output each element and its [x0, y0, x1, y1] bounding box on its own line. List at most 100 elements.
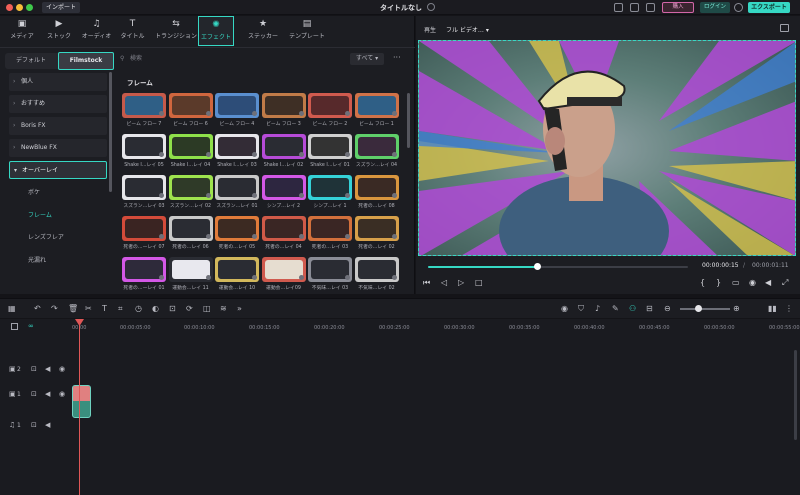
- download-icon[interactable]: [345, 275, 350, 280]
- tab-title[interactable]: T タイトル: [116, 16, 149, 46]
- undo-icon[interactable]: ↶: [34, 305, 41, 313]
- link-icon[interactable]: ∞: [28, 322, 34, 330]
- download-icon[interactable]: [205, 111, 211, 116]
- cloud-upload-icon[interactable]: [630, 3, 639, 12]
- layout-icon[interactable]: ▦: [8, 305, 16, 313]
- eye-icon[interactable]: ◉: [59, 365, 65, 373]
- effect-item[interactable]: Shake I…レイ 01: [308, 134, 352, 168]
- download-icon[interactable]: [205, 275, 211, 280]
- tab-media[interactable]: ▣ メディア: [6, 16, 38, 46]
- stop-icon[interactable]: □: [475, 278, 483, 287]
- sidebar-category[interactable]: 個人: [9, 73, 107, 91]
- close-window-icon[interactable]: [6, 4, 13, 11]
- camera-icon[interactable]: ◉: [749, 278, 756, 287]
- tab-music[interactable]: ♫ オーディオ: [79, 16, 114, 46]
- timeline-clip[interactable]: [72, 385, 91, 418]
- download-icon[interactable]: [391, 111, 397, 116]
- cut-icon[interactable]: ✂: [85, 305, 92, 313]
- effect-item[interactable]: Shake I…レイ 02: [261, 134, 306, 168]
- download-icon[interactable]: [252, 234, 257, 239]
- tab-stock[interactable]: ▶ ストック: [43, 16, 75, 46]
- track-height-icon[interactable]: ▮▮: [768, 305, 777, 313]
- ai-tools-icon[interactable]: ✎: [612, 305, 619, 313]
- effect-item[interactable]: Shake I…レイ 04: [168, 134, 213, 168]
- search-input[interactable]: 検索: [120, 53, 350, 65]
- lock-icon[interactable]: ⊡: [31, 365, 37, 373]
- add-track-icon[interactable]: [11, 323, 18, 330]
- effect-item[interactable]: 死者の…レイ 03: [308, 216, 352, 250]
- mark-in-icon[interactable]: {: [700, 278, 705, 287]
- effect-item[interactable]: 死者の…ーレイ 07: [122, 216, 166, 250]
- effect-item[interactable]: シンプ…レイ 2: [261, 175, 306, 209]
- speaker-icon[interactable]: ◀: [45, 365, 50, 373]
- mask-icon[interactable]: ◫: [203, 305, 211, 313]
- fullscreen-icon[interactable]: ⤢: [782, 278, 788, 288]
- color-icon[interactable]: ◐: [152, 305, 159, 313]
- effect-item[interactable]: 不気味…レイ 03: [308, 257, 352, 291]
- sidebar-category[interactable]: Boris FX: [9, 117, 107, 135]
- effect-item[interactable]: 運動会…レイ09: [261, 257, 306, 291]
- crop-icon[interactable]: ⌗: [118, 305, 123, 313]
- download-icon[interactable]: [252, 111, 257, 116]
- download-icon[interactable]: [298, 193, 304, 198]
- speed-icon[interactable]: ◷: [135, 305, 142, 313]
- effect-item[interactable]: 死者の…ーレイ 01: [122, 257, 166, 291]
- minimize-window-icon[interactable]: [16, 4, 23, 11]
- effect-item[interactable]: スズラン…レイ 04: [354, 134, 399, 168]
- sidebar-scrollbar[interactable]: [109, 72, 112, 192]
- effect-item[interactable]: 運動会…レイ 11: [168, 257, 213, 291]
- grid-scrollbar[interactable]: [407, 93, 410, 148]
- effect-item[interactable]: Shake I…レイ 05: [122, 134, 166, 168]
- download-icon[interactable]: [205, 234, 211, 239]
- filter-dropdown[interactable]: すべて ▾: [350, 53, 384, 65]
- effect-item[interactable]: 死者の…レイ 04: [261, 216, 306, 250]
- download-icon[interactable]: [159, 152, 164, 157]
- more-options-icon[interactable]: ···: [393, 53, 401, 63]
- tab-transition[interactable]: ⇆ トランジション: [155, 16, 197, 46]
- speaker-icon[interactable]: ◀: [45, 421, 50, 429]
- quality-dropdown[interactable]: フル ビデオ… ▾: [446, 25, 489, 34]
- download-icon[interactable]: [391, 193, 397, 198]
- download-icon[interactable]: [345, 193, 350, 198]
- effect-item[interactable]: ビーム フロー 1: [354, 93, 399, 127]
- download-icon[interactable]: [345, 152, 350, 157]
- sidebar-subcategory[interactable]: レンズフレア: [28, 232, 64, 241]
- effect-item[interactable]: スズラン…レイ 01: [215, 175, 259, 209]
- marker-icon[interactable]: ⛉: [578, 305, 584, 313]
- segment-filmstock[interactable]: Filmstock: [58, 52, 114, 70]
- grid-icon[interactable]: [646, 3, 655, 12]
- audio-adjust-icon[interactable]: ≋: [220, 305, 227, 313]
- play-icon[interactable]: ▷: [458, 278, 464, 287]
- zoom-slider[interactable]: [680, 308, 730, 310]
- zoom-in-icon[interactable]: ⊕: [733, 305, 740, 313]
- import-button[interactable]: インポート: [42, 2, 80, 13]
- effect-item[interactable]: ビーム フロー 6: [168, 93, 213, 127]
- download-icon[interactable]: [205, 193, 211, 198]
- export-button[interactable]: エクスポート: [748, 2, 790, 13]
- download-icon[interactable]: [345, 234, 350, 239]
- snap-icon[interactable]: ⊟: [646, 305, 653, 313]
- download-icon[interactable]: [391, 275, 397, 280]
- effect-item[interactable]: ビーム フロー 4: [215, 93, 259, 127]
- effect-item[interactable]: 死者の…レイ 06: [168, 216, 213, 250]
- download-icon[interactable]: [391, 152, 397, 157]
- download-icon[interactable]: [159, 193, 164, 198]
- effect-item[interactable]: スズラン…レイ 03: [122, 175, 166, 209]
- sidebar-subcategory[interactable]: フレーム: [28, 210, 52, 219]
- download-icon[interactable]: [159, 275, 164, 280]
- mic-icon[interactable]: ♪: [595, 305, 600, 313]
- tab-sticker[interactable]: ★ ステッカー: [244, 16, 282, 46]
- sidebar-category[interactable]: オーバーレイ: [9, 161, 107, 180]
- frame-back-icon[interactable]: ◁: [441, 278, 447, 287]
- sidebar-subcategory[interactable]: ボケ: [28, 187, 40, 196]
- volume-icon[interactable]: ◀: [765, 278, 771, 287]
- mark-out-icon[interactable]: }: [716, 278, 721, 287]
- rotate-icon[interactable]: ⟳: [186, 305, 193, 313]
- snapshot-icon[interactable]: [780, 24, 789, 32]
- effect-item[interactable]: ビーム フロー 3: [261, 93, 306, 127]
- redo-icon[interactable]: ↷: [51, 305, 58, 313]
- effect-item[interactable]: ビーム フロー 7: [122, 93, 166, 127]
- effect-item[interactable]: スズラン…レイ 02: [168, 175, 213, 209]
- effect-item[interactable]: 運動会…レイ 10: [215, 257, 259, 291]
- step-back-icon[interactable]: ⏮: [423, 278, 430, 288]
